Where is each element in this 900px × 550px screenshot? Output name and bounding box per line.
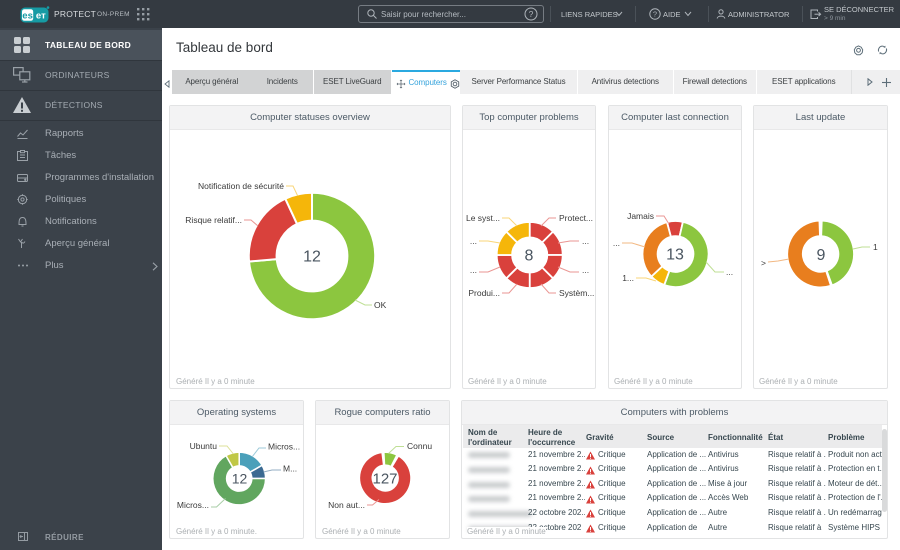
svg-text:12: 12 xyxy=(232,471,248,487)
svg-text:Systèm...: Systèm... xyxy=(559,288,594,298)
svg-text:Non aut...: Non aut... xyxy=(328,500,365,510)
svg-text:...: ... xyxy=(470,236,477,246)
svg-text:Micros...: Micros... xyxy=(177,500,209,510)
svg-text:Risque relatif...: Risque relatif... xyxy=(185,215,242,225)
svg-text:127: 127 xyxy=(372,471,397,488)
svg-text:OK: OK xyxy=(374,300,387,310)
svg-text:...: ... xyxy=(470,265,477,275)
svg-text:Produi...: Produi... xyxy=(468,288,500,298)
svg-text:Le syst...: Le syst... xyxy=(466,213,500,223)
svg-text:1...: 1... xyxy=(622,273,634,283)
svg-text:12: 12 xyxy=(303,249,321,266)
svg-text:Micros...: Micros... xyxy=(268,442,300,452)
svg-text:9: 9 xyxy=(817,247,826,264)
svg-text:Protect...: Protect... xyxy=(559,213,593,223)
svg-text:...: ... xyxy=(582,265,589,275)
svg-text:8: 8 xyxy=(525,248,534,265)
svg-text:M...: M... xyxy=(283,464,297,474)
svg-text:>: > xyxy=(761,258,766,268)
svg-text:Notification de sécurité: Notification de sécurité xyxy=(198,181,284,191)
svg-text:...: ... xyxy=(726,267,733,277)
svg-text:...: ... xyxy=(582,236,589,246)
svg-text:Connu: Connu xyxy=(407,441,432,451)
svg-text:Ubuntu: Ubuntu xyxy=(190,441,218,451)
svg-text:...: ... xyxy=(613,238,620,248)
svg-text:1: 1 xyxy=(873,242,878,252)
svg-text:13: 13 xyxy=(666,247,684,264)
svg-text:Jamais: Jamais xyxy=(627,211,654,221)
